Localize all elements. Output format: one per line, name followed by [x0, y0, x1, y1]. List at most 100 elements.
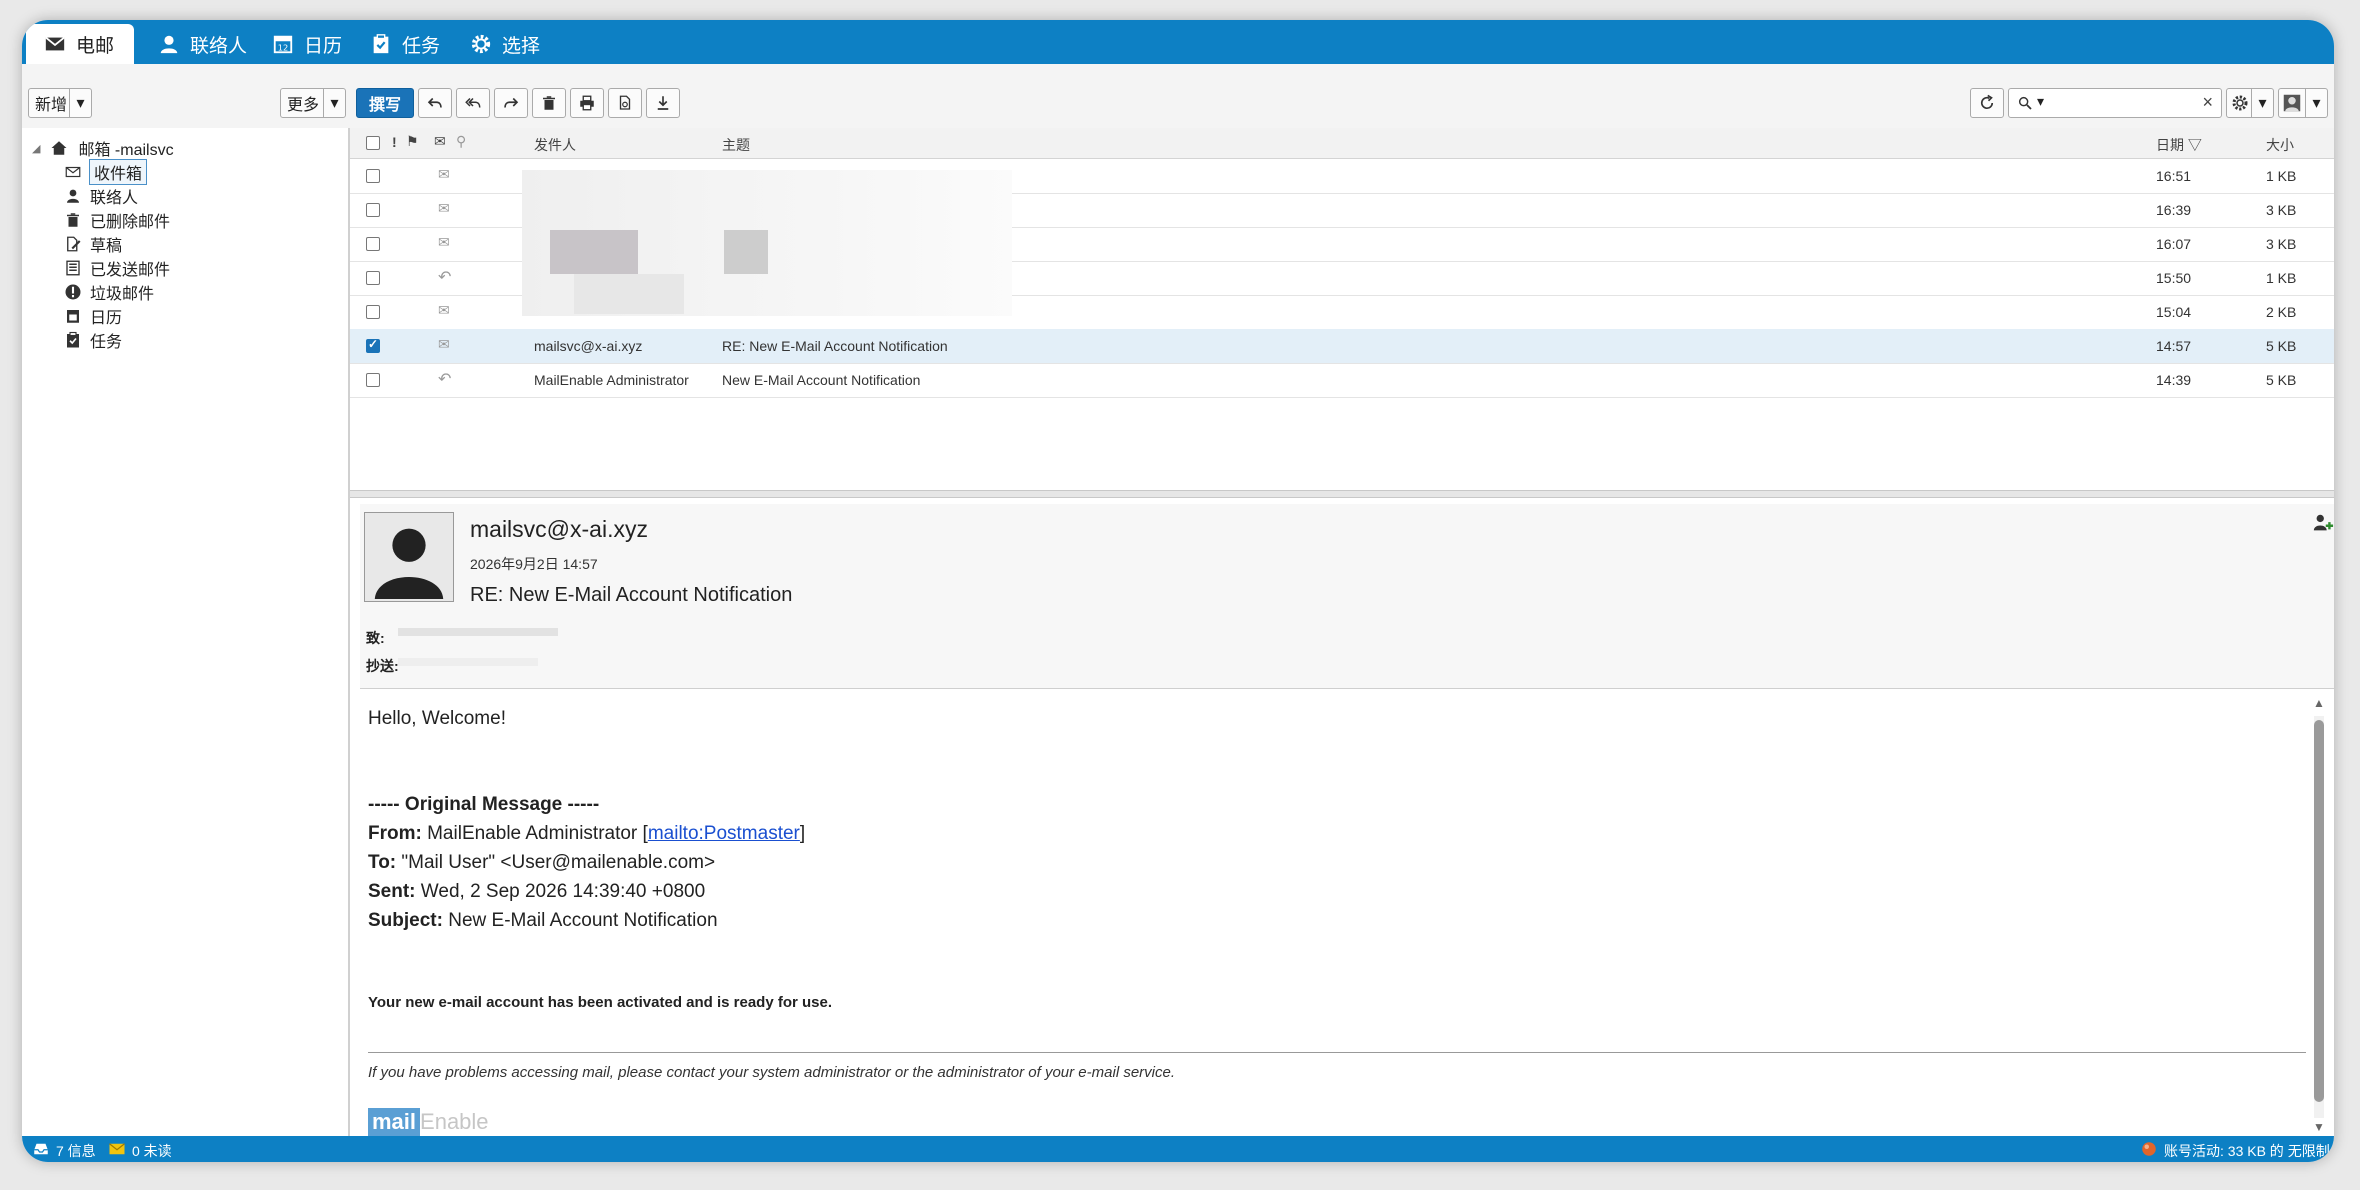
chevron-down-icon[interactable]: ▾ [69, 89, 91, 117]
redaction-block [724, 230, 768, 274]
sidebar-item-deleted[interactable]: 已删除邮件 [64, 208, 170, 232]
flag-column-icon[interactable]: ⚑ [406, 133, 419, 150]
chevron-down-icon[interactable]: ▾ [323, 89, 345, 117]
cc-label: 抄送: [366, 658, 399, 674]
inbox-tray-icon [34, 1143, 48, 1155]
trash-icon [543, 96, 555, 110]
row-time: 15:50 [2156, 270, 2192, 286]
message-from: mailsvc@x-ai.xyz [470, 516, 648, 542]
problems-text: If you have problems accessing mail, ple… [368, 1064, 1175, 1081]
date-column-header[interactable]: 日期 ▽ [2156, 135, 2202, 155]
body-scrollbar[interactable]: ▲ ▼ [2312, 696, 2326, 1134]
add-contact-icon[interactable] [2312, 512, 2334, 534]
tab-calendar[interactable]: 12 日历 [254, 24, 360, 64]
more-button-label: 更多 [287, 97, 320, 114]
row-size: 5 KB [2266, 338, 2297, 354]
body-greeting: Hello, Welcome! [368, 708, 506, 729]
to-value: "Mail User" <User@mailenable.com> [401, 852, 716, 873]
select-all-checkbox[interactable] [366, 136, 380, 150]
download-button[interactable] [646, 88, 680, 118]
print-button[interactable] [570, 88, 604, 118]
row-checkbox[interactable] [366, 203, 380, 217]
status-bar: 7 信息 0 未读 账号活动: 33 KB 的 无限制 [22, 1136, 2334, 1162]
row-subject: RE: New E-Mail Account Notification [722, 338, 948, 354]
scroll-down-icon[interactable]: ▼ [2313, 1120, 2325, 1134]
message-row-selected[interactable]: ✉ mailsvc@x-ai.xyz RE: New E-Mail Accoun… [350, 329, 2334, 364]
row-checkbox[interactable] [366, 237, 380, 251]
row-checkbox[interactable] [366, 271, 380, 285]
priority-column-icon[interactable]: ! [392, 134, 397, 150]
search-options-chevron-icon[interactable]: ▾ [2037, 93, 2044, 110]
account-button[interactable]: ▾ [2278, 88, 2328, 118]
refresh-button[interactable] [1970, 88, 2004, 118]
print-icon [580, 95, 594, 111]
row-size: 3 KB [2266, 236, 2297, 252]
sender-column-header[interactable]: 发件人 [534, 135, 576, 155]
sidebar-item-label: 任务 [90, 334, 123, 351]
message-row[interactable]: ↶ MailEnable Administrator New E-Mail Ac… [350, 363, 2334, 398]
envelope-column-icon[interactable]: ✉ [434, 133, 446, 150]
subject-column-header[interactable]: 主题 [722, 135, 750, 155]
forward-icon [504, 97, 519, 108]
sidebar-item-drafts[interactable]: 草稿 [64, 232, 122, 256]
draft-icon [67, 236, 81, 252]
tab-tasks[interactable]: 任务 [352, 24, 458, 64]
settings-button[interactable]: ▾ [2226, 88, 2274, 118]
redacted-region [522, 170, 1012, 316]
message-list-header: ! ⚑ ✉ ⚲ 发件人 主题 日期 ▽ 大小 [350, 128, 2334, 159]
folder-sidebar: ◢ 邮箱 -mailsvc 收件箱 联络人 已删除邮件 草稿 已发送邮件 垃圾邮… [22, 128, 350, 1136]
mailbox-root[interactable]: ◢ 邮箱 -mailsvc [32, 136, 174, 160]
row-checkbox[interactable] [366, 373, 380, 387]
redacted-cc [398, 658, 538, 666]
tab-contacts[interactable]: 联络人 [140, 24, 265, 64]
clipboard-icon [373, 34, 389, 54]
sidebar-item-contacts[interactable]: 联络人 [64, 184, 138, 208]
scroll-up-icon[interactable]: ▲ [2313, 696, 2325, 710]
tab-label: 电邮 [76, 35, 115, 57]
row-checkbox[interactable] [366, 305, 380, 319]
chevron-down-icon[interactable]: ▾ [2305, 89, 2327, 117]
sidebar-item-label: 日历 [90, 310, 123, 327]
attachment-column-icon[interactable]: ⚲ [456, 133, 466, 150]
trash-icon [67, 213, 79, 227]
row-size: 1 KB [2266, 168, 2297, 184]
postmaster-link[interactable]: mailto:Postmaster [648, 823, 800, 844]
sent-value: Wed, 2 Sep 2026 14:39:40 +0800 [420, 881, 706, 902]
chevron-down-icon[interactable]: ▾ [2251, 89, 2273, 117]
original-sent-line: Sent: Wed, 2 Sep 2026 14:39:40 +0800 [368, 881, 705, 903]
tab-options[interactable]: 选择 [452, 24, 558, 64]
sent-label: Sent: [368, 881, 416, 902]
sidebar-item-calendar[interactable]: 日历 [64, 304, 122, 328]
search-box[interactable]: ▾ × [2008, 88, 2222, 118]
copy-button[interactable] [608, 88, 642, 118]
tab-mail[interactable]: 电邮 [26, 24, 134, 64]
to-label: To: [368, 852, 397, 873]
row-time: 15:04 [2156, 304, 2192, 320]
sidebar-item-label: 收件箱 [88, 159, 148, 185]
delete-button[interactable] [532, 88, 566, 118]
reply-all-icon [465, 97, 481, 108]
sidebar-item-inbox[interactable]: 收件箱 [64, 159, 148, 185]
new-button[interactable]: 新增 ▾ [28, 88, 92, 118]
row-time: 14:57 [2156, 338, 2192, 354]
row-size: 2 KB [2266, 304, 2297, 320]
reply-all-button[interactable] [456, 88, 490, 118]
forward-button[interactable] [494, 88, 528, 118]
collapse-triangle-icon[interactable]: ◢ [32, 142, 40, 155]
scroll-thumb[interactable] [2314, 720, 2324, 1102]
size-column-header[interactable]: 大小 [2266, 135, 2294, 155]
sidebar-item-junk[interactable]: 垃圾邮件 [64, 280, 154, 304]
more-button[interactable]: 更多 ▾ [280, 88, 346, 118]
sidebar-item-tasks[interactable]: 任务 [64, 328, 122, 352]
row-size: 5 KB [2266, 372, 2297, 388]
row-checkbox[interactable] [366, 169, 380, 183]
row-time: 16:39 [2156, 202, 2192, 218]
row-sender: MailEnable Administrator [534, 372, 689, 388]
compose-button[interactable]: 撰写 [356, 88, 414, 118]
pane-splitter[interactable] [350, 490, 2334, 498]
row-checkbox[interactable] [366, 337, 380, 353]
sidebar-item-sent[interactable]: 已发送邮件 [64, 256, 170, 280]
clear-search-icon[interactable]: × [2202, 92, 2213, 113]
reply-button[interactable] [418, 88, 452, 118]
search-input[interactable] [2069, 92, 2193, 116]
